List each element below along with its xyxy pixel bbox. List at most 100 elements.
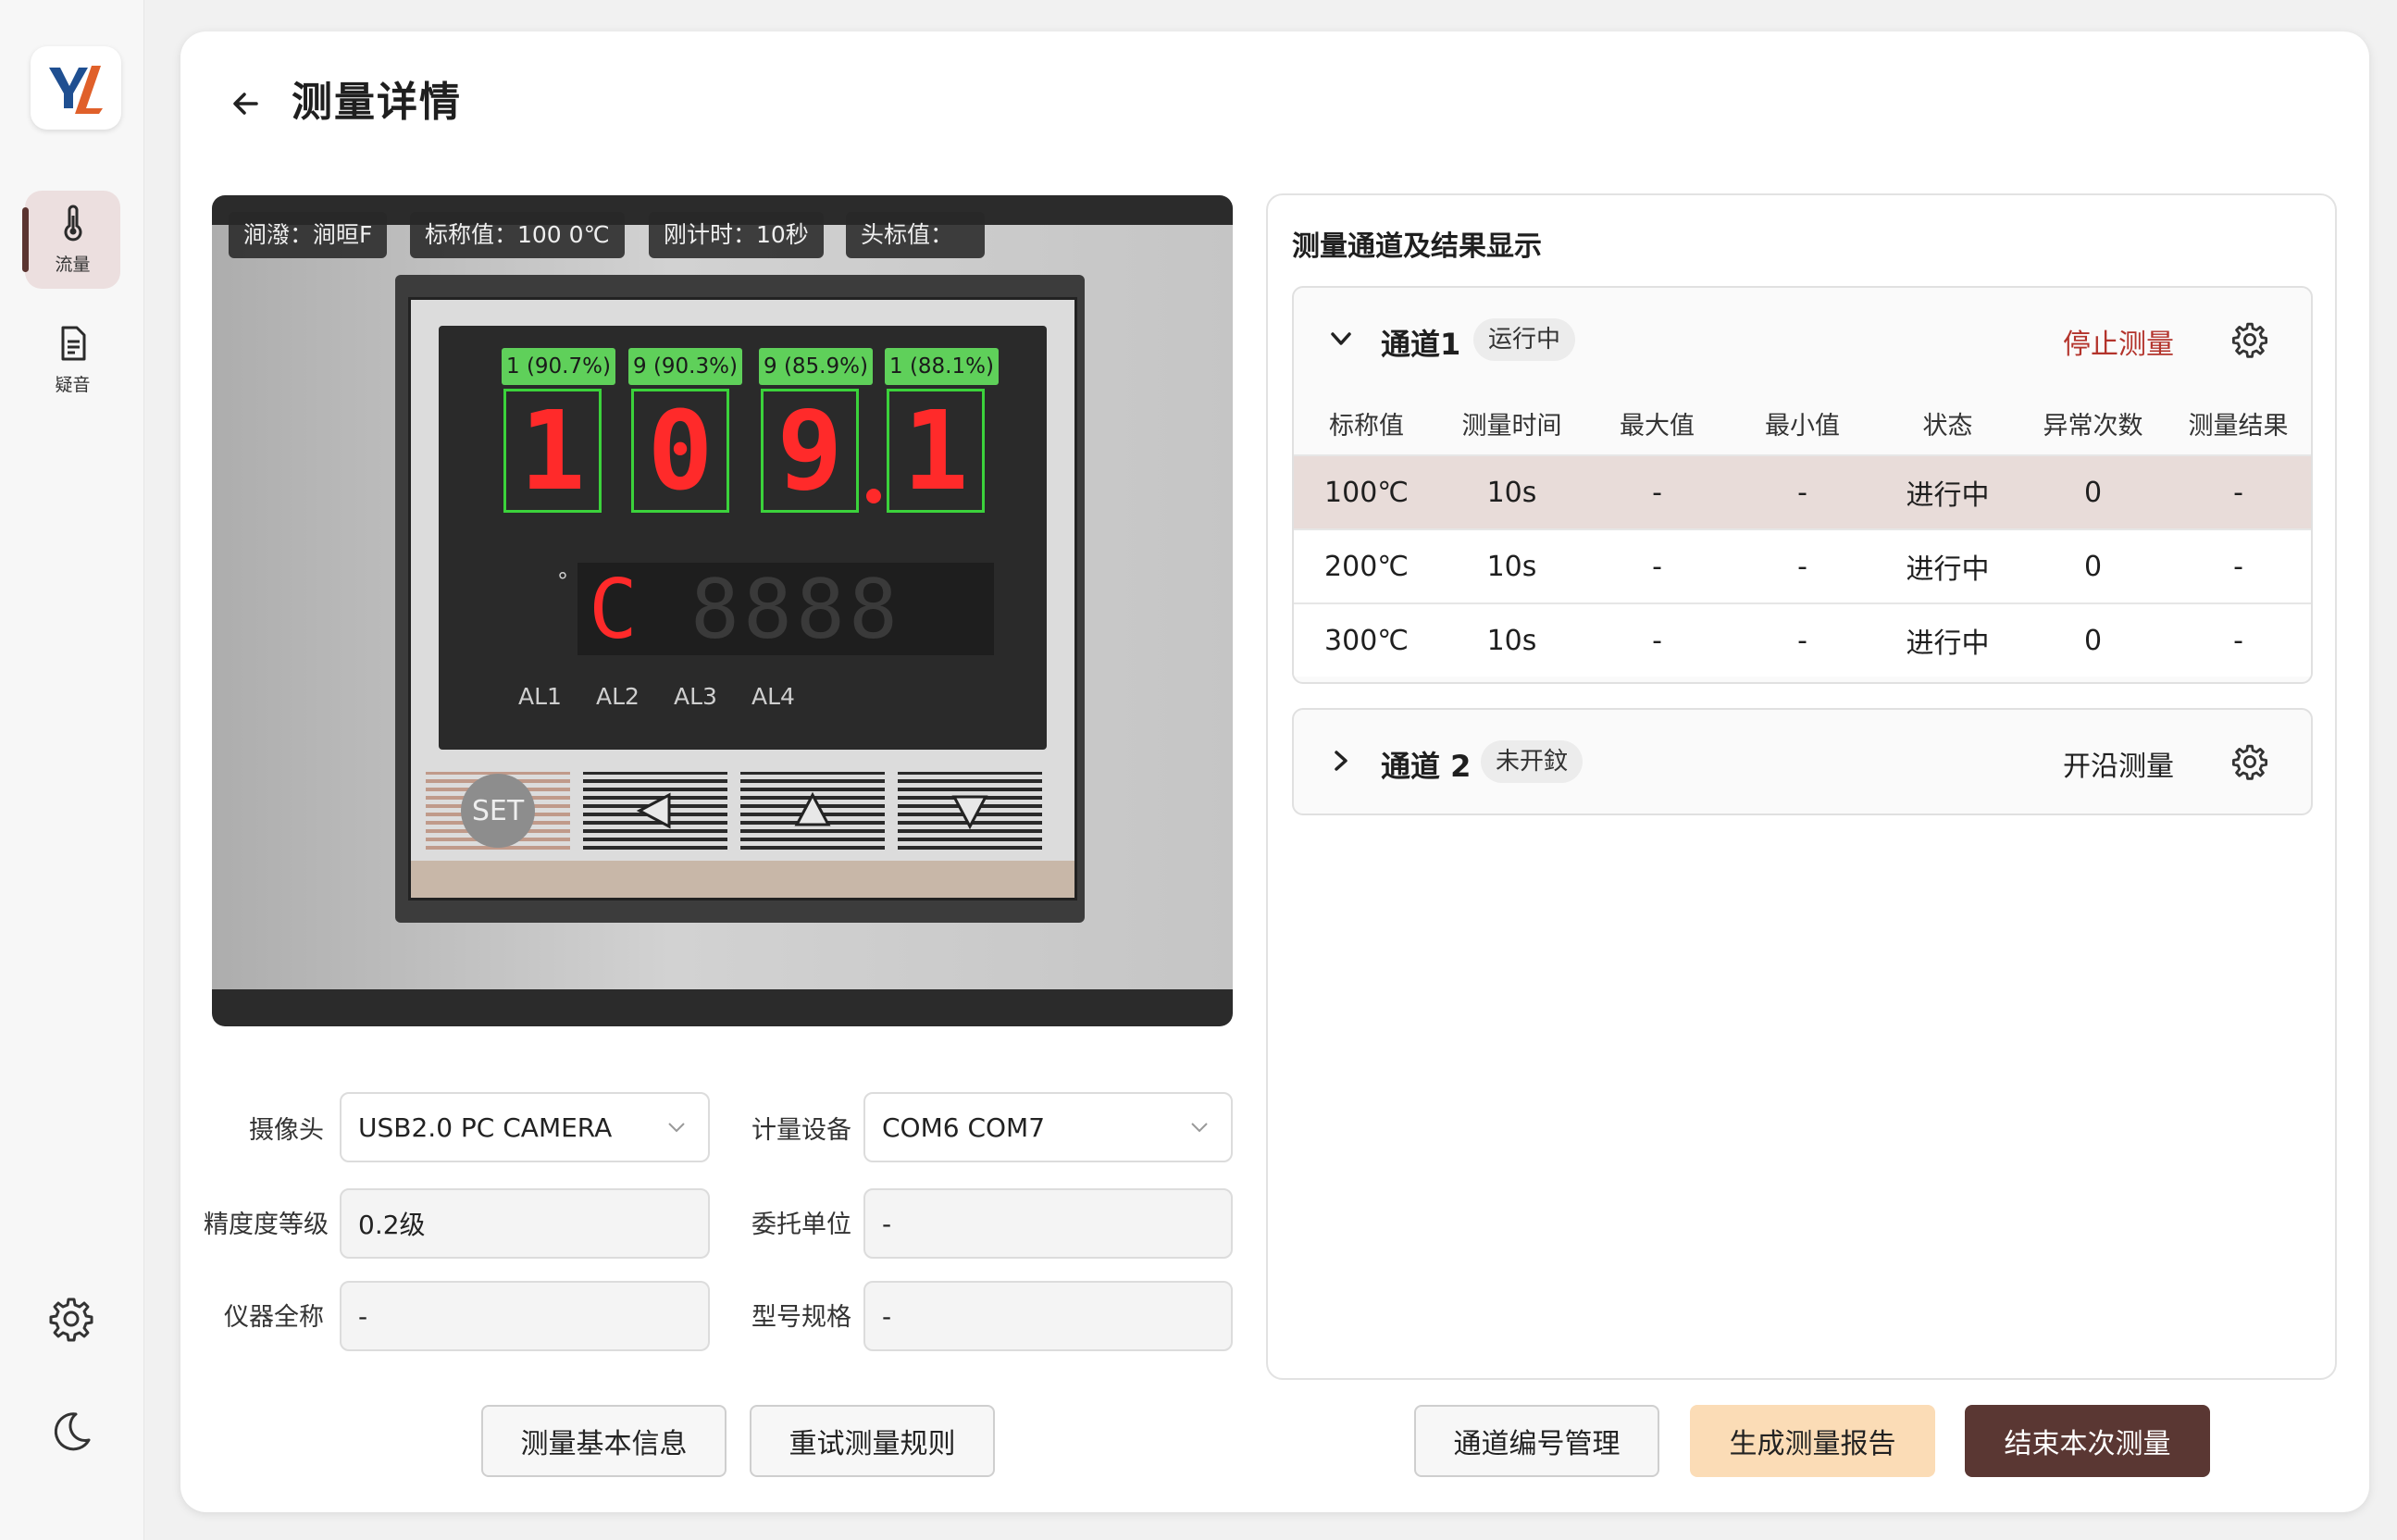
controller-strip xyxy=(411,861,1074,898)
table-cell: - xyxy=(2233,550,2243,583)
table-cell: - xyxy=(1797,476,1807,509)
table-header-row: 标称值 测量时间 最大值 最小值 状态 异常次数 测量结果 xyxy=(1294,391,2311,454)
alarm-indicator: AL1 xyxy=(518,683,562,710)
down-key xyxy=(898,772,1042,850)
thermometer-icon xyxy=(64,205,81,241)
controller-keys: SET xyxy=(426,772,1064,850)
table-cell: - xyxy=(2233,476,2243,509)
model-field-value: - xyxy=(882,1300,892,1332)
accuracy-field[interactable]: 0.2级 xyxy=(340,1188,710,1259)
table-cell: 200℃ xyxy=(1324,550,1409,583)
digit-confidence-label: 1 (88.1%) xyxy=(885,348,999,385)
temperature-controller: 1 (90.7%) 9 (90.3%) 9 (85.9%) 1 (88.1%) … xyxy=(395,275,1085,923)
chevron-down-icon xyxy=(668,1123,685,1133)
sidebar-item-label: 疑音 xyxy=(55,374,91,395)
column-header: 最大值 xyxy=(1620,411,1695,441)
results-panel: 测量通道及结果显示 通道1 运行中 停止测量 标称值 测量时间 最大值 最小值 xyxy=(1266,193,2337,1380)
camera-select-value: USB2.0 PC CAMERA xyxy=(358,1112,613,1143)
basic-info-button[interactable]: 测量基本信息 xyxy=(481,1405,727,1477)
page-title: 测量详情 xyxy=(292,79,462,126)
detected-digit: 1 xyxy=(887,387,985,515)
table-row[interactable]: 300℃ 10s - - 进行中 0 - xyxy=(1294,602,2311,677)
camera-info-chip: 刚计时：10秒 xyxy=(649,212,824,258)
column-header: 状态 xyxy=(1922,411,1973,441)
instrument-field[interactable]: - xyxy=(340,1281,710,1351)
model-field[interactable]: - xyxy=(863,1281,1233,1351)
main-card: 测量详情 涧潑：涧晅F 标称值：100 0℃ 刚计时：10秒 头标值： 1 (9… xyxy=(180,31,2369,1512)
detected-digit: 0 xyxy=(631,387,729,515)
gear-icon[interactable] xyxy=(2231,321,2268,358)
down-triangle-icon xyxy=(951,795,988,830)
alarm-indicator: AL4 xyxy=(751,683,795,710)
camera-select[interactable]: USB2.0 PC CAMERA xyxy=(340,1092,710,1162)
camera-info-chip: 涧潑：涧晅F xyxy=(229,212,388,258)
table-cell: 0 xyxy=(2083,624,2103,657)
table-cell: 10s xyxy=(1486,476,1537,509)
client-field-value: - xyxy=(882,1208,892,1239)
instrument-label: 仪器全称 xyxy=(224,1303,324,1332)
table-cell: 100℃ xyxy=(1324,476,1409,509)
table-cell: 进行中 xyxy=(1906,627,1990,660)
camera-label: 摄像头 xyxy=(249,1116,324,1145)
chevron-down-icon[interactable] xyxy=(1327,325,1355,353)
table-cell: 300℃ xyxy=(1324,624,1409,657)
channel-2-card: 通道 2 未开鈫 开沿测量 xyxy=(1292,708,2313,815)
generate-report-button[interactable]: 生成测量报告 xyxy=(1690,1405,1935,1477)
camera-preview: 涧潑：涧晅F 标称值：100 0℃ 刚计时：10秒 头标值： 1 (90.7%)… xyxy=(212,195,1233,1026)
table-cell: 进行中 xyxy=(1906,553,1990,586)
document-icon xyxy=(61,326,85,360)
device-select[interactable]: COM6 COM7 xyxy=(863,1092,1233,1162)
table-cell: - xyxy=(2233,624,2243,657)
alarm-indicator: AL3 xyxy=(674,683,717,710)
channel-2-header[interactable]: 通道 2 未开鈫 开沿测量 xyxy=(1294,710,2311,813)
moon-icon[interactable] xyxy=(48,1409,94,1455)
up-key xyxy=(740,772,885,850)
gear-icon[interactable] xyxy=(2231,743,2268,780)
controller-display: 1 (90.7%) 9 (90.3%) 9 (85.9%) 1 (88.1%) … xyxy=(439,326,1047,750)
set-key: SET xyxy=(426,772,570,850)
sidebar-item-flow[interactable]: 流量 xyxy=(22,191,120,289)
table-row[interactable]: 100℃ 10s - - 进行中 0 - xyxy=(1294,454,2311,528)
channel-manage-button[interactable]: 通道编号管理 xyxy=(1414,1405,1659,1477)
table-cell: 0 xyxy=(2083,476,2103,509)
degree-mark: ° xyxy=(557,568,568,594)
left-triangle-icon xyxy=(636,792,671,829)
sidebar-item-doubt[interactable]: 疑音 xyxy=(25,311,120,409)
detected-digit: 1 xyxy=(503,387,602,515)
sidebar: 流量 疑音 xyxy=(0,0,144,1540)
unlit-segments: 8888 xyxy=(690,561,901,657)
start-measure-button[interactable]: 开沿测量 xyxy=(2063,743,2174,784)
end-measurement-button[interactable]: 结束本次测量 xyxy=(1965,1405,2210,1477)
table-cell: 10s xyxy=(1486,624,1537,657)
stop-measure-button[interactable]: 停止测量 xyxy=(2063,321,2174,362)
channel-1-table: 标称值 测量时间 最大值 最小值 状态 异常次数 测量结果 100℃ 10s -… xyxy=(1294,391,2311,677)
instrument-field-value: - xyxy=(358,1300,368,1332)
channel-1-card: 通道1 运行中 停止测量 标称值 测量时间 最大值 最小值 状态 异常次数 测量… xyxy=(1292,286,2313,684)
unit-display: C xyxy=(589,561,638,657)
secondary-display: C 8888 xyxy=(578,561,994,657)
retry-rules-button[interactable]: 重试测量规则 xyxy=(750,1405,995,1477)
client-field[interactable]: - xyxy=(863,1188,1233,1259)
client-label: 委托单位 xyxy=(751,1211,851,1239)
table-cell: - xyxy=(1797,624,1807,657)
camera-info-chip: 标称值：100 0℃ xyxy=(410,212,625,258)
channel-name: 通道1 xyxy=(1381,327,1461,362)
camera-info-chip: 头标值： xyxy=(846,212,985,258)
back-arrow-icon[interactable] xyxy=(225,82,267,125)
accuracy-field-value: 0.2级 xyxy=(358,1210,426,1240)
up-triangle-icon xyxy=(794,791,831,826)
column-header: 最小值 xyxy=(1765,411,1840,441)
device-select-value: COM6 COM7 xyxy=(882,1112,1046,1143)
table-row[interactable]: 200℃ 10s - - 进行中 0 - xyxy=(1294,528,2311,602)
status-badge: 未开鈫 xyxy=(1481,740,1584,783)
table-cell: 0 xyxy=(2083,550,2103,583)
status-badge: 运行中 xyxy=(1473,318,1576,361)
set-key-label: SET xyxy=(461,774,535,848)
device-label: 计量设备 xyxy=(751,1116,851,1145)
gear-icon[interactable] xyxy=(48,1296,94,1342)
table-cell: - xyxy=(1797,550,1807,583)
chevron-right-icon[interactable] xyxy=(1327,747,1355,775)
table-cell: 进行中 xyxy=(1906,479,1990,512)
channel-1-header[interactable]: 通道1 运行中 停止测量 xyxy=(1294,288,2311,391)
app-logo[interactable] xyxy=(31,46,121,130)
